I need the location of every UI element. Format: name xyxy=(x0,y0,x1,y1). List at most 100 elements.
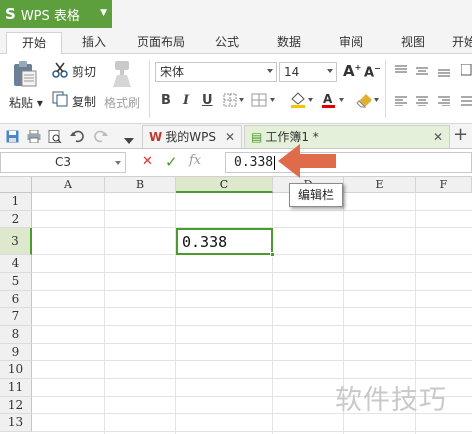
border-icon[interactable] xyxy=(223,93,245,110)
gridline xyxy=(32,272,472,273)
formula-bar-tooltip: 编辑栏 xyxy=(289,183,343,207)
active-cell-c3[interactable]: 0.338 xyxy=(176,228,275,257)
print-preview-icon[interactable] xyxy=(48,130,62,146)
tab-data[interactable]: 数据 xyxy=(277,33,301,50)
app-menu-button[interactable]: S WPS 表格 ▼ xyxy=(0,0,112,28)
tab-review[interactable]: 审阅 xyxy=(339,33,363,50)
align-right-icon[interactable] xyxy=(438,95,450,109)
doc-tab-workbook[interactable]: ▤ 工作簿1 * ✕ xyxy=(244,125,450,148)
ribbon-toolbar: 粘贴 ▾ 剪切 复制 格式刷 宋体 14 A+ A− B I U A xyxy=(0,54,472,124)
column-header-a[interactable]: A xyxy=(32,177,105,193)
gridline xyxy=(32,290,472,291)
divider xyxy=(149,60,150,118)
gridline xyxy=(32,210,472,211)
row-header[interactable]: 2 xyxy=(0,211,32,228)
font-size-select[interactable]: 14 xyxy=(279,62,337,82)
undo-icon[interactable] xyxy=(70,130,84,146)
ribbon-tabs: 开始 插入 页面布局 公式 数据 审阅 视图 开始 xyxy=(0,28,472,55)
align-top-icon[interactable] xyxy=(395,64,407,78)
row-header[interactable]: 1 xyxy=(0,193,32,211)
confirm-icon[interactable]: ✓ xyxy=(165,153,178,171)
doc-tab-my-wps[interactable]: W 我的WPS ✕ xyxy=(142,125,242,148)
row-header[interactable]: 6 xyxy=(0,291,32,308)
redo-icon[interactable] xyxy=(94,130,108,146)
row-header[interactable]: 11 xyxy=(0,379,32,397)
column-header-c[interactable]: C xyxy=(176,177,273,193)
column-header-b[interactable]: B xyxy=(105,177,176,193)
svg-text:A: A xyxy=(323,92,333,106)
shrink-font-button[interactable]: A− xyxy=(364,64,381,80)
quick-access-bar: W 我的WPS ✕ ▤ 工作簿1 * ✕ + xyxy=(0,124,472,149)
close-icon[interactable]: ✕ xyxy=(433,126,443,148)
fill-color-icon[interactable] xyxy=(289,91,315,112)
row-header[interactable]: 5 xyxy=(0,273,32,291)
gridline xyxy=(32,325,472,326)
tab-insert[interactable]: 插入 xyxy=(82,33,106,50)
fill-handle[interactable] xyxy=(270,252,275,257)
align-left-icon[interactable] xyxy=(395,95,407,109)
row-header[interactable]: 13 xyxy=(0,414,32,432)
watermark: 软件技巧 xyxy=(335,385,447,416)
row-header[interactable]: 4 xyxy=(0,255,32,273)
chevron-down-icon: ▼ xyxy=(100,8,107,18)
spreadsheet-icon: ▤ xyxy=(251,130,263,144)
format-painter-button[interactable]: 格式刷 xyxy=(104,94,140,111)
tab-formulas[interactable]: 公式 xyxy=(215,33,239,50)
align-bottom-icon[interactable] xyxy=(438,66,450,80)
gridline xyxy=(104,193,105,434)
copy-icon xyxy=(52,91,68,110)
row-header[interactable]: 10 xyxy=(0,361,32,379)
name-box[interactable]: C3 xyxy=(0,152,126,173)
close-icon[interactable]: ✕ xyxy=(225,126,235,148)
row-header[interactable]: 8 xyxy=(0,326,32,344)
column-header-e[interactable]: E xyxy=(344,177,416,193)
wrap-text-icon[interactable] xyxy=(460,63,472,79)
paste-button[interactable]: 粘贴 ▾ xyxy=(9,94,43,111)
app-name: WPS 表格 xyxy=(20,8,80,24)
formula-input[interactable]: 0.338 xyxy=(225,152,472,173)
wps-logo-icon: W xyxy=(149,130,163,144)
tab-page-layout[interactable]: 页面布局 xyxy=(137,33,185,50)
gridline xyxy=(32,343,472,344)
cut-button[interactable]: 剪切 xyxy=(72,63,96,80)
row-header[interactable]: 3 xyxy=(0,228,32,255)
copy-button[interactable]: 复制 xyxy=(72,93,96,110)
gridline xyxy=(32,307,472,308)
cell-value: 0.338 xyxy=(182,233,228,251)
column-header-f[interactable]: F xyxy=(416,177,472,193)
divider xyxy=(385,60,386,118)
wps-logo-icon: S xyxy=(5,5,16,23)
font-color-icon[interactable]: A xyxy=(321,91,347,112)
scissors-icon xyxy=(52,62,68,81)
align-center-icon[interactable] xyxy=(416,95,428,109)
select-all-corner[interactable] xyxy=(0,177,32,193)
font-name-select[interactable]: 宋体 xyxy=(155,62,277,82)
grow-font-button[interactable]: A+ xyxy=(343,62,361,80)
tab-more[interactable]: 开始 xyxy=(452,33,472,50)
new-tab-button[interactable]: + xyxy=(453,124,468,145)
merge-cells-icon[interactable] xyxy=(251,93,277,110)
gridline xyxy=(32,431,472,432)
save-icon[interactable] xyxy=(6,130,19,146)
fx-icon[interactable]: fx xyxy=(189,153,201,168)
clear-format-icon[interactable] xyxy=(355,91,381,112)
justify-icon[interactable] xyxy=(461,95,472,109)
align-middle-icon[interactable] xyxy=(416,65,428,79)
underline-button[interactable]: U xyxy=(202,93,213,108)
formula-bar: C3 ✕ ✓ fx 0.338 xyxy=(0,149,472,177)
bold-button[interactable]: B xyxy=(161,93,171,108)
italic-button[interactable]: I xyxy=(183,93,189,108)
cancel-icon[interactable]: ✕ xyxy=(142,154,153,169)
tab-home[interactable]: 开始 xyxy=(6,32,62,55)
row-header[interactable]: 7 xyxy=(0,308,32,326)
chevron-down-icon[interactable] xyxy=(124,133,134,147)
annotation-arrow-icon xyxy=(278,144,336,178)
row-header[interactable]: 12 xyxy=(0,397,32,414)
gridline xyxy=(32,360,472,361)
title-bar: S WPS 表格 ▼ xyxy=(0,0,472,28)
paste-icon[interactable] xyxy=(12,60,38,91)
row-header[interactable]: 9 xyxy=(0,344,32,361)
print-icon[interactable] xyxy=(27,129,41,146)
tab-view[interactable]: 视图 xyxy=(401,33,425,50)
format-painter-icon xyxy=(109,59,135,92)
